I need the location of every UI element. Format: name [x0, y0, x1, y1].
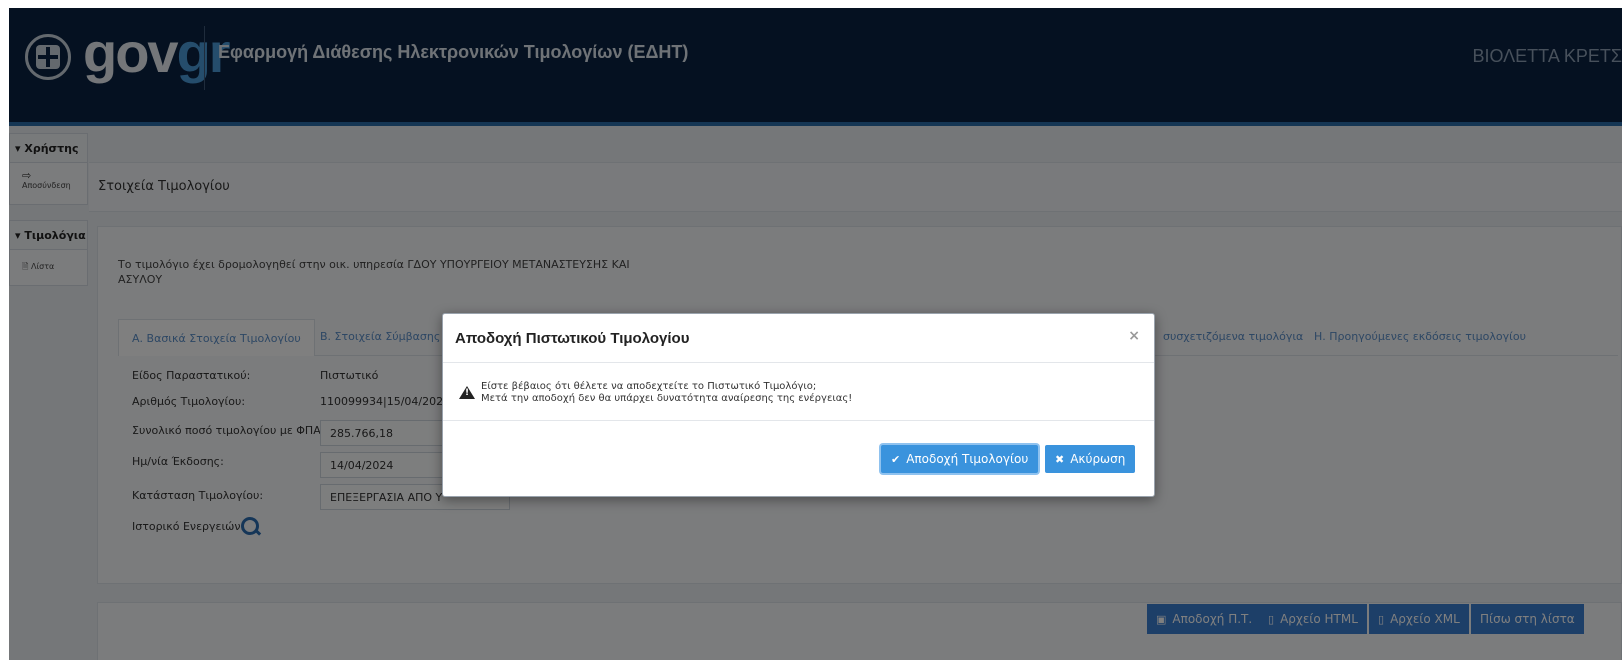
accept-invoice-button[interactable]: ✔ Αποδοχή Τιμολογίου [881, 445, 1039, 473]
dialog-divider [443, 420, 1154, 421]
dialog-divider [443, 362, 1154, 363]
dialog-title: Αποδοχή Πιστωτικού Τιμολογίου [455, 330, 690, 347]
close-icon[interactable]: × [1128, 328, 1140, 344]
check-icon: ✔ [891, 452, 901, 466]
x-icon: ✖ [1055, 452, 1065, 466]
dialog-message: Είστε βέβαιος ότι θέλετε να αποδεχτείτε … [481, 381, 852, 405]
dialog-message-line1: Είστε βέβαιος ότι θέλετε να αποδεχτείτε … [481, 381, 817, 392]
dialog-message-line2: Μετά την αποδοχή δεν θα υπάρχει δυνατότη… [481, 393, 853, 404]
confirm-dialog: Αποδοχή Πιστωτικού Τιμολογίου × Είστε βέ… [442, 313, 1155, 497]
warning-icon [459, 386, 475, 399]
cancel-button[interactable]: ✖ Ακύρωση [1045, 445, 1136, 473]
